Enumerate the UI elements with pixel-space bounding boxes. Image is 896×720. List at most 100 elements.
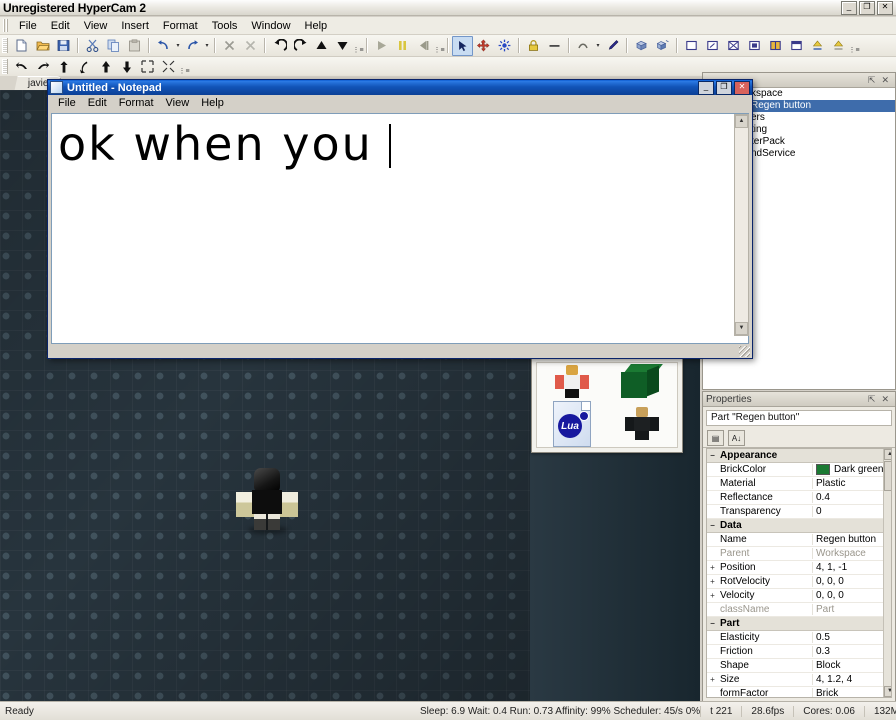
- notepad-vertical-scrollbar[interactable]: ▲ ▼: [734, 114, 749, 336]
- select-tool-icon[interactable]: [452, 35, 473, 56]
- menubar-grip[interactable]: [3, 19, 9, 32]
- property-value[interactable]: 0: [812, 506, 883, 517]
- property-category-appearance[interactable]: − Appearance: [707, 449, 884, 463]
- notepad-minimize-button[interactable]: _: [698, 80, 714, 95]
- face-inlet-icon[interactable]: [723, 36, 744, 56]
- scroll-down-arrow[interactable]: ▼: [884, 686, 891, 697]
- rotate-right-icon[interactable]: [290, 36, 311, 56]
- close-icon[interactable]: ✕: [878, 75, 892, 86]
- scroll-thumb[interactable]: [884, 461, 891, 491]
- cut-icon[interactable]: [82, 36, 103, 56]
- rotate-left-icon[interactable]: [269, 36, 290, 56]
- notepad-menu-file[interactable]: File: [52, 96, 82, 110]
- toolbox-item-character-red[interactable]: [537, 363, 607, 401]
- group-icon[interactable]: [631, 36, 652, 56]
- alphabetical-sort-button[interactable]: A↓: [728, 430, 745, 446]
- redo-icon[interactable]: [182, 36, 203, 56]
- menu-help[interactable]: Help: [298, 19, 335, 33]
- property-value[interactable]: 0, 0, 0: [812, 576, 883, 587]
- property-value[interactable]: 4, 1, -1: [812, 562, 883, 573]
- notepad-menu-edit[interactable]: Edit: [82, 96, 113, 110]
- move-up-icon[interactable]: [311, 36, 332, 56]
- face-universal-icon[interactable]: [744, 36, 765, 56]
- property-value[interactable]: 0.3: [812, 646, 883, 657]
- expand-icon[interactable]: [158, 57, 179, 77]
- property-row-size[interactable]: + Size 4, 1.2, 4: [707, 673, 884, 687]
- material-fill-icon[interactable]: [828, 36, 849, 56]
- scroll-up-arrow[interactable]: ▲: [735, 115, 748, 128]
- property-row-brickcolor[interactable]: BrickColor Dark green: [707, 463, 884, 477]
- redo-dropdown-icon[interactable]: ▾: [203, 37, 211, 55]
- arrow-left-icon[interactable]: [11, 57, 32, 77]
- player-avatar[interactable]: [236, 468, 298, 534]
- property-value[interactable]: 4, 1.2, 4: [812, 674, 883, 685]
- notepad-window[interactable]: Untitled - Notepad _ ❐ ✕ File Edit Forma…: [47, 79, 753, 359]
- menu-insert[interactable]: Insert: [114, 19, 156, 33]
- arrow-up-icon[interactable]: [53, 57, 74, 77]
- play-icon[interactable]: [371, 36, 392, 56]
- maximize-button[interactable]: ❐: [859, 0, 875, 15]
- scroll-down-arrow[interactable]: ▼: [735, 322, 748, 335]
- property-category-data[interactable]: − Data: [707, 519, 884, 533]
- property-row-rotvelocity[interactable]: + RotVelocity 0, 0, 0: [707, 575, 884, 589]
- move-tool-icon[interactable]: [473, 36, 494, 56]
- undo-icon[interactable]: [153, 36, 174, 56]
- collapse-icon[interactable]: [137, 57, 158, 77]
- notepad-menu-format[interactable]: Format: [113, 96, 160, 110]
- property-row-reflectance[interactable]: Reflectance 0.4: [707, 491, 884, 505]
- property-value[interactable]: Plastic: [812, 478, 883, 489]
- expander-icon[interactable]: +: [707, 591, 718, 600]
- menu-window[interactable]: Window: [244, 19, 297, 33]
- arrow-right-icon[interactable]: [32, 57, 53, 77]
- toolbar-overflow-1[interactable]: ⋮≡: [352, 37, 363, 54]
- property-row-transparency[interactable]: Transparency 0: [707, 505, 884, 519]
- menu-edit[interactable]: Edit: [44, 19, 77, 33]
- toolbar-grip-2[interactable]: [2, 59, 8, 74]
- face-studs-icon[interactable]: [702, 36, 723, 56]
- toolbox-item-character-dark[interactable]: [607, 401, 677, 447]
- property-value[interactable]: Regen button: [812, 534, 883, 545]
- notepad-close-button[interactable]: ✕: [734, 80, 750, 95]
- properties-scrollbar[interactable]: ▲ ▼: [883, 449, 891, 697]
- open-icon[interactable]: [32, 36, 53, 56]
- arrow-up-filled-icon[interactable]: [95, 57, 116, 77]
- undo-dropdown-icon[interactable]: ▾: [174, 37, 182, 55]
- face-none-icon[interactable]: [681, 36, 702, 56]
- expander-icon[interactable]: +: [707, 675, 718, 684]
- anchor-icon[interactable]: [544, 36, 565, 56]
- rotate-tool-icon[interactable]: [494, 36, 515, 56]
- copy-icon[interactable]: [103, 36, 124, 56]
- property-row-velocity[interactable]: + Velocity 0, 0, 0: [707, 589, 884, 603]
- menu-view[interactable]: View: [77, 19, 115, 33]
- step-icon[interactable]: [413, 36, 434, 56]
- menu-file[interactable]: File: [12, 19, 44, 33]
- property-category-part[interactable]: − Part: [707, 617, 884, 631]
- paint-icon[interactable]: [602, 36, 623, 56]
- property-value[interactable]: 0.4: [812, 492, 883, 503]
- face-hinge-icon[interactable]: [765, 36, 786, 56]
- pin-icon[interactable]: ⇱: [865, 75, 879, 86]
- delete-icon[interactable]: [219, 36, 240, 56]
- new-icon[interactable]: [11, 36, 32, 56]
- expander-icon[interactable]: −: [707, 451, 718, 460]
- property-row-friction[interactable]: Friction 0.3: [707, 645, 884, 659]
- toolbox-item-green-cube[interactable]: [607, 363, 677, 401]
- toolbar-grip-1[interactable]: [2, 38, 8, 53]
- ungroup-icon[interactable]: [652, 36, 673, 56]
- surface-dropdown-icon[interactable]: ▾: [594, 37, 602, 55]
- property-value[interactable]: Block: [812, 660, 883, 671]
- property-value[interactable]: Dark green: [812, 464, 883, 475]
- categorized-view-button[interactable]: ▤: [707, 430, 724, 446]
- save-icon[interactable]: [53, 36, 74, 56]
- toolbox-item-lua-script[interactable]: Lua: [537, 401, 607, 447]
- property-value[interactable]: 0, 0, 0: [812, 590, 883, 601]
- property-row-position[interactable]: + Position 4, 1, -1: [707, 561, 884, 575]
- move-down-icon[interactable]: [332, 36, 353, 56]
- close-button[interactable]: ✕: [877, 0, 893, 15]
- toolbar-overflow-2[interactable]: ⋮≡: [433, 37, 444, 54]
- surface-tool-icon[interactable]: [573, 36, 594, 56]
- property-row-name[interactable]: Name Regen button: [707, 533, 884, 547]
- property-value[interactable]: Brick: [812, 688, 883, 697]
- toolbox-panel[interactable]: Lua: [531, 357, 683, 453]
- minimize-button[interactable]: _: [841, 0, 857, 15]
